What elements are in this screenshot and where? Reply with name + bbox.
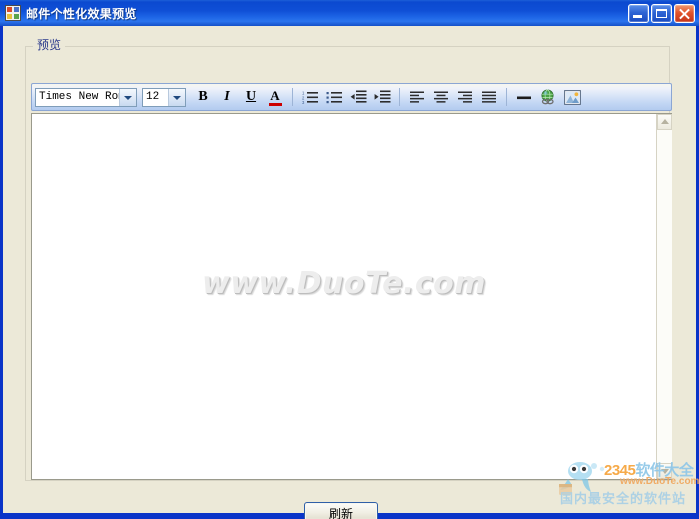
dialog-client-area: 预览 Times New Rom 12 B I U A 1 2 3 www.Du… (3, 26, 699, 519)
font-color-button[interactable]: A (264, 86, 286, 108)
image-icon (563, 89, 581, 105)
numbered-list-icon: 1 2 3 (302, 90, 319, 104)
globe-link-icon (539, 89, 557, 105)
maximize-button[interactable] (651, 3, 672, 23)
increase-indent-icon (374, 90, 391, 104)
toolbar-separator (506, 88, 507, 106)
align-center-button[interactable] (430, 86, 452, 108)
editor-toolbar: Times New Rom 12 B I U A 1 2 3 (31, 83, 672, 111)
font-color-icon: A (268, 87, 282, 106)
align-justify-icon (481, 91, 497, 104)
horizontal-rule-button[interactable] (513, 86, 535, 108)
rich-text-editor[interactable]: www.DuoTe.com (31, 113, 672, 480)
editor-vertical-scrollbar[interactable] (656, 114, 672, 479)
font-family-combobox[interactable]: Times New Rom (35, 87, 137, 107)
scroll-up-arrow-icon[interactable] (657, 114, 672, 130)
window-title: 邮件个性化效果预览 (26, 6, 137, 21)
minimize-icon (633, 14, 642, 18)
logo-tagline: 国内最安全的软件站 (560, 491, 687, 506)
scroll-down-arrow-icon[interactable] (657, 463, 672, 479)
align-right-button[interactable] (454, 86, 476, 108)
minimize-button[interactable] (628, 3, 649, 23)
preview-groupbox-label: 预览 (33, 38, 66, 52)
toolbar-separator (399, 88, 400, 106)
underline-button[interactable]: U (240, 86, 262, 108)
refresh-button[interactable]: 刷新 (304, 502, 378, 519)
bold-button[interactable]: B (192, 86, 214, 108)
insert-image-button[interactable] (561, 86, 583, 108)
font-family-value: Times New Rom (39, 91, 119, 103)
align-right-icon (457, 91, 473, 104)
caption-button-group (628, 3, 695, 23)
bulleted-list-icon (326, 90, 343, 104)
title-bar[interactable]: 邮件个性化效果预览 (0, 0, 699, 26)
horizontal-rule-icon (516, 91, 532, 104)
bulleted-list-button[interactable] (323, 86, 345, 108)
align-center-icon (433, 91, 449, 104)
chevron-down-icon[interactable] (119, 88, 136, 106)
insert-link-button[interactable] (537, 86, 559, 108)
svg-text:3: 3 (302, 100, 305, 104)
italic-button[interactable]: I (216, 86, 238, 108)
scrollbar-track[interactable] (657, 130, 672, 463)
align-left-icon (409, 91, 425, 104)
maximize-icon (656, 8, 667, 18)
align-justify-button[interactable] (478, 86, 500, 108)
decrease-indent-button[interactable] (347, 86, 369, 108)
editor-content-area[interactable]: www.DuoTe.com (32, 114, 656, 479)
chevron-down-icon[interactable] (168, 88, 185, 106)
editor-watermark: www.DuoTe.com (202, 266, 486, 301)
close-button[interactable] (674, 3, 695, 23)
font-color-letter: A (270, 87, 280, 103)
toolbar-separator (292, 88, 293, 106)
align-left-button[interactable] (406, 86, 428, 108)
app-window-icon (5, 5, 21, 21)
increase-indent-button[interactable] (371, 86, 393, 108)
font-size-combobox[interactable]: 12 (142, 87, 186, 107)
application-window: 邮件个性化效果预览 预览 Times New Rom 12 B I U A 1 … (0, 0, 699, 519)
decrease-indent-icon (350, 90, 367, 104)
numbered-list-button[interactable]: 1 2 3 (299, 86, 321, 108)
font-size-value: 12 (146, 91, 160, 103)
